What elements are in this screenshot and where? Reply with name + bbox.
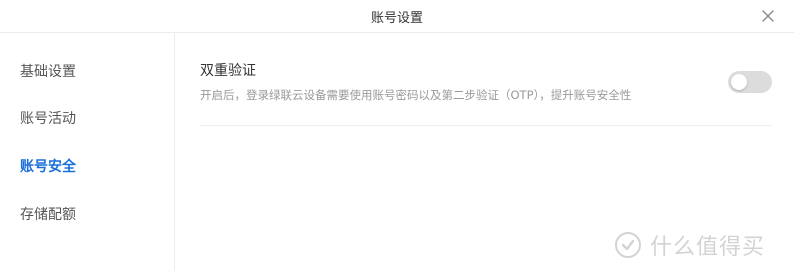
sidebar: 基础设置 账号活动 账号安全 存储配额 xyxy=(0,33,175,271)
setting-title: 双重验证 xyxy=(200,63,256,79)
close-button[interactable] xyxy=(760,8,776,24)
smzdm-logo-icon xyxy=(615,232,641,258)
toggle-knob xyxy=(731,74,747,90)
dialog-title: 账号设置 xyxy=(370,11,423,26)
close-icon xyxy=(762,10,774,22)
titlebar: 账号设置 xyxy=(0,0,794,33)
settings-dialog: 账号设置 基础设置 账号活动 账号安全 存储配额 双重验证 开启后，登录绿联云设… xyxy=(0,0,794,271)
two-factor-toggle[interactable] xyxy=(728,71,772,93)
watermark: 什么值得买 xyxy=(614,229,784,261)
setting-description: 开启后，登录绿联云设备需要使用账号密码以及第二步验证（OTP），提升账号安全性 xyxy=(200,88,632,102)
sidebar-item-basic-settings[interactable]: 基础设置 xyxy=(20,62,76,82)
divider xyxy=(200,125,772,126)
sidebar-item-account-activity[interactable]: 账号活动 xyxy=(20,109,76,129)
sidebar-item-storage-quota[interactable]: 存储配额 xyxy=(20,205,76,225)
watermark-text: 什么值得买 xyxy=(650,235,766,260)
sidebar-item-account-security[interactable]: 账号安全 xyxy=(20,157,76,177)
